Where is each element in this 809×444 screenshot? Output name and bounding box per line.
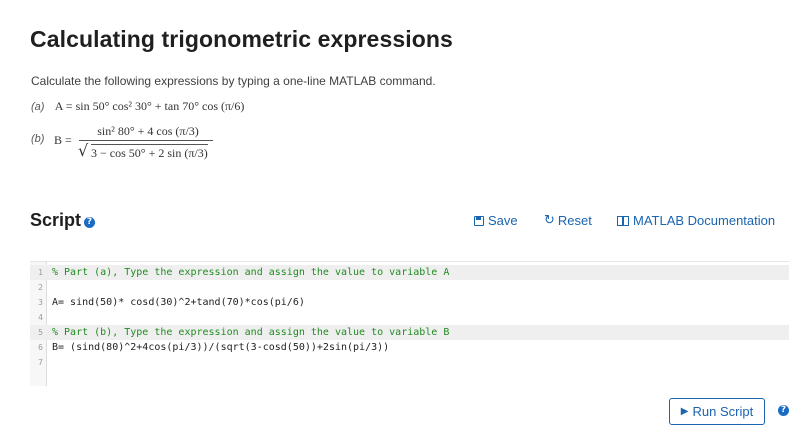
documentation-icon <box>617 215 629 226</box>
code-line[interactable]: 6 B= (sind(80)^2+4cos(pi/3))/(sqrt(3-cos… <box>30 340 789 355</box>
reset-button[interactable]: ↻ Reset <box>544 213 592 228</box>
code-text: B= (sind(80)^2+4cos(pi/3))/(sqrt(3-cosd(… <box>52 342 390 353</box>
run-script-button[interactable]: ▶ Run Script <box>669 398 765 425</box>
expression-b-denominator: 3 − cos 50° + 2 sin (π/3) <box>91 144 208 160</box>
line-number: 1 <box>38 268 43 277</box>
expression-b-numerator: sin² 80° + 4 cos (π/3) <box>79 124 213 141</box>
save-button[interactable]: Save <box>474 213 518 228</box>
code-editor[interactable]: 1 % Part (a), Type the expression and as… <box>30 261 789 386</box>
matlab-documentation-link[interactable]: MATLAB Documentation <box>617 213 775 228</box>
reset-icon: ↻ <box>544 213 555 228</box>
run-script-label: Run Script <box>692 404 754 419</box>
code-line[interactable]: 5 % Part (b), Type the expression and as… <box>30 325 789 340</box>
expression-a: (a) A = sin 50° cos² 30° + tan 70° cos (… <box>31 99 244 114</box>
expression-b-fraction: sin² 80° + 4 cos (π/3) √ 3 − cos 50° + 2… <box>78 124 213 160</box>
code-line[interactable]: 4 <box>30 310 789 325</box>
expression-a-formula: A = sin 50° cos² 30° + tan 70° cos (π/6) <box>54 99 245 113</box>
run-help-icon[interactable]: ? <box>778 405 789 416</box>
help-icon[interactable]: ? <box>84 217 96 228</box>
square-root-icon: √ <box>78 141 89 160</box>
code-line[interactable]: 2 <box>30 280 789 295</box>
code-text: % Part (b), Type the expression and assi… <box>52 327 450 338</box>
documentation-link-label: MATLAB Documentation <box>633 213 776 228</box>
reset-button-label: Reset <box>557 213 592 228</box>
expression-a-label: (a) <box>31 101 45 113</box>
code-text: % Part (a), Type the expression and assi… <box>52 267 450 278</box>
line-number: 7 <box>38 358 43 367</box>
line-number: 6 <box>38 343 43 352</box>
code-text: A= sind(50)* cosd(30)^2+tand(70)*cos(pi/… <box>52 297 305 308</box>
code-line[interactable]: 7 <box>30 355 789 370</box>
line-number: 3 <box>38 298 43 307</box>
instructions-text: Calculate the following expressions by t… <box>31 74 436 88</box>
save-icon <box>474 215 484 226</box>
code-line[interactable]: 3 A= sind(50)* cosd(30)^2+tand(70)*cos(p… <box>30 295 789 310</box>
save-button-label: Save <box>488 213 518 228</box>
line-number: 4 <box>38 313 43 322</box>
script-heading: Script? <box>30 210 96 231</box>
code-line[interactable]: 1 % Part (a), Type the expression and as… <box>30 265 789 280</box>
line-number: 5 <box>38 328 43 337</box>
expression-b-denominator-row: √ 3 − cos 50° + 2 sin (π/3) <box>78 141 213 160</box>
page-title: Calculating trigonometric expressions <box>30 26 453 52</box>
play-icon: ▶ <box>680 406 689 417</box>
expression-b-label: (b) <box>31 133 45 145</box>
expression-b-variable: B = <box>54 133 72 147</box>
line-number: 2 <box>38 283 43 292</box>
script-heading-label: Script <box>30 210 82 230</box>
